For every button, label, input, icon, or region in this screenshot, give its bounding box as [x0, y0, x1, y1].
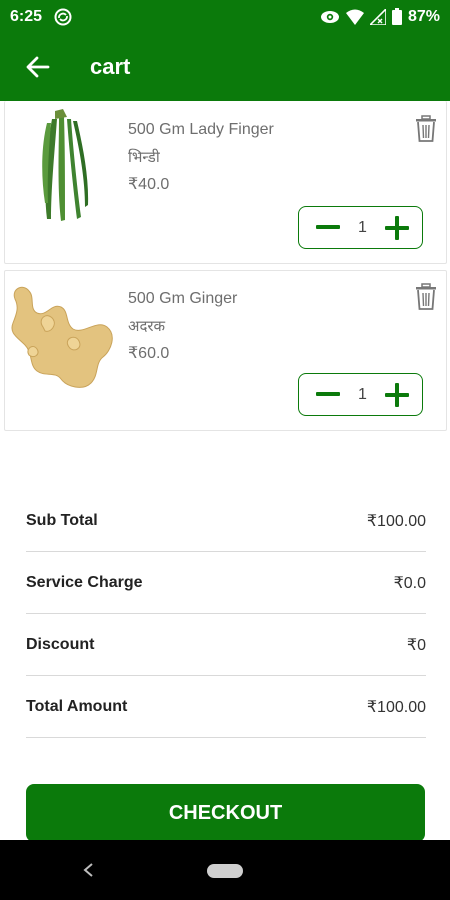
item-price: ₹60.0 — [128, 345, 170, 362]
summary-row-subtotal: Sub Total ₹100.00 — [26, 490, 426, 552]
quantity-value: 1 — [358, 218, 367, 236]
plus-icon — [385, 215, 409, 240]
item-hindi-name: अदरक — [128, 317, 166, 335]
summary-label: Service Charge — [26, 573, 143, 591]
status-bar: 6:25 87% — [0, 0, 450, 33]
status-time: 6:25 — [10, 7, 43, 25]
quantity-stepper: 1 — [298, 206, 423, 249]
checkout-button[interactable]: CHECKOUT — [26, 784, 425, 842]
item-price: ₹40.0 — [128, 176, 170, 193]
battery-icon — [391, 8, 402, 25]
arrow-left-icon — [26, 56, 50, 78]
order-summary: Sub Total ₹100.00 Service Charge ₹0.0 Di… — [26, 490, 426, 740]
sync-icon — [54, 8, 72, 26]
item-hindi-name: भिन्डी — [128, 148, 160, 166]
app-bar: cart — [0, 33, 450, 101]
trash-icon — [416, 283, 436, 310]
wifi-icon — [345, 9, 364, 25]
quantity-stepper: 1 — [298, 373, 423, 416]
delete-button[interactable] — [414, 283, 438, 311]
minus-icon — [316, 224, 340, 229]
summary-value: ₹100.00 — [366, 512, 426, 530]
delete-button[interactable] — [414, 115, 438, 143]
signal-icon — [369, 8, 386, 25]
back-button[interactable] — [8, 37, 68, 97]
eye-icon — [320, 10, 340, 24]
ginger-image — [11, 286, 113, 388]
summary-row-discount: Discount ₹0 — [26, 614, 426, 676]
nav-back-icon[interactable] — [80, 858, 96, 882]
decrease-button[interactable] — [315, 382, 341, 408]
quantity-value: 1 — [358, 385, 367, 403]
summary-value: ₹0 — [406, 636, 426, 654]
page-title: cart — [90, 54, 131, 79]
system-nav-bar — [0, 840, 450, 900]
summary-label: Total Amount — [26, 697, 128, 715]
summary-label: Sub Total — [26, 511, 98, 529]
summary-row-total: Total Amount ₹100.00 — [26, 676, 426, 738]
summary-row-service-charge: Service Charge ₹0.0 — [26, 552, 426, 614]
cart-item: 500 Gm Ginger अदरक ₹60.0 1 — [4, 270, 447, 431]
item-name: 500 Gm Lady Finger — [128, 121, 274, 138]
summary-label: Discount — [26, 635, 95, 653]
nav-home-pill[interactable] — [207, 864, 243, 878]
item-name: 500 Gm Ginger — [128, 290, 238, 307]
summary-value: ₹0.0 — [393, 574, 426, 592]
battery-percent: 87% — [407, 7, 440, 25]
increase-button[interactable] — [384, 382, 410, 408]
trash-icon — [416, 115, 436, 142]
minus-icon — [316, 391, 340, 396]
lady-finger-image — [42, 109, 89, 221]
summary-value: ₹100.00 — [366, 698, 426, 716]
decrease-button[interactable] — [315, 215, 341, 241]
cart-item: 500 Gm Lady Finger भिन्डी ₹40.0 1 — [4, 101, 447, 264]
plus-icon — [385, 382, 409, 407]
increase-button[interactable] — [384, 215, 410, 241]
